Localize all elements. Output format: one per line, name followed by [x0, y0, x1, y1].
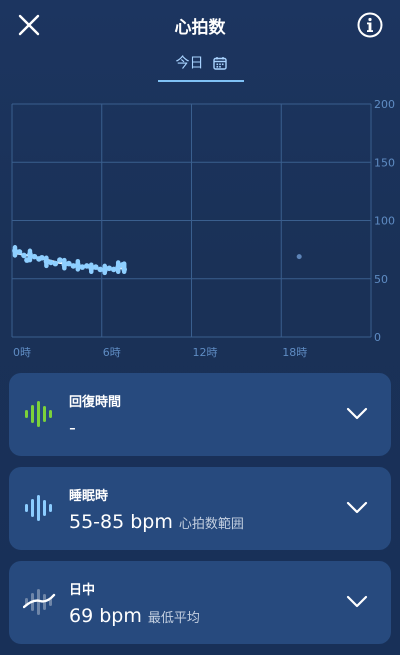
card-sleep-value-text: 55-85 bpm — [69, 511, 173, 533]
card-daytime-unit: 最低平均 — [147, 611, 200, 626]
card-daytime-title: 日中 — [69, 583, 96, 598]
recovery-icon — [25, 401, 52, 427]
data-point — [57, 257, 63, 263]
data-point — [21, 252, 27, 259]
tab-today[interactable]: 今日 — [158, 52, 244, 82]
sleep-icon — [25, 495, 52, 521]
card-daytime-value-text: 69 bpm — [69, 605, 142, 627]
card-sleep-title: 睡眠時 — [69, 489, 109, 504]
info-icon[interactable] — [356, 11, 384, 39]
page-title: 心拍数 — [174, 18, 226, 38]
y-tick-label: 100 — [374, 215, 395, 228]
y-tick-label: 0 — [374, 331, 381, 344]
data-point — [24, 257, 30, 263]
daytime-icon — [23, 589, 56, 615]
data-point — [296, 254, 302, 260]
card-recovery-value-text: - — [69, 417, 76, 439]
calendar-icon — [212, 56, 227, 70]
header: 心拍数 — [0, 0, 400, 50]
tab-underline — [158, 80, 244, 82]
chart-grid — [11, 103, 372, 338]
data-point — [16, 249, 23, 255]
card-recovery-title: 回復時間 — [69, 395, 122, 410]
x-tick-label: 6時 — [103, 346, 121, 359]
tab-today-label: 今日 — [175, 55, 204, 72]
x-tick-label: 12時 — [193, 346, 218, 359]
x-tick-label: 0時 — [13, 346, 31, 359]
card-daytime[interactable]: 日中 69 bpm 最低平均 — [9, 561, 391, 644]
chevron-down-icon[interactable] — [345, 591, 369, 611]
y-tick-label: 50 — [374, 273, 388, 286]
data-point — [39, 254, 45, 261]
chart-points — [12, 247, 302, 274]
card-sleep-value: 55-85 bpm 心拍数範囲 — [69, 511, 244, 533]
data-point — [52, 260, 59, 267]
chevron-down-icon[interactable] — [345, 497, 369, 517]
card-daytime-value: 69 bpm 最低平均 — [69, 605, 200, 627]
y-tick-label: 200 — [374, 98, 395, 111]
y-tick-label: 150 — [374, 156, 395, 169]
card-sleep-unit: 心拍数範囲 — [178, 517, 244, 532]
card-recovery[interactable]: 回復時間 - — [9, 373, 391, 456]
chevron-down-icon[interactable] — [345, 403, 369, 423]
chart-labels: 200 150 100 50 0 0時 6時 12時 18時 — [13, 98, 395, 359]
data-point — [121, 266, 127, 273]
card-recovery-value: - — [69, 417, 76, 439]
card-sleep[interactable]: 睡眠時 55-85 bpm 心拍数範囲 — [9, 467, 391, 550]
heart-rate-chart: 200 150 100 50 0 0時 6時 12時 18時 — [11, 98, 395, 359]
x-tick-label: 18時 — [282, 346, 307, 359]
